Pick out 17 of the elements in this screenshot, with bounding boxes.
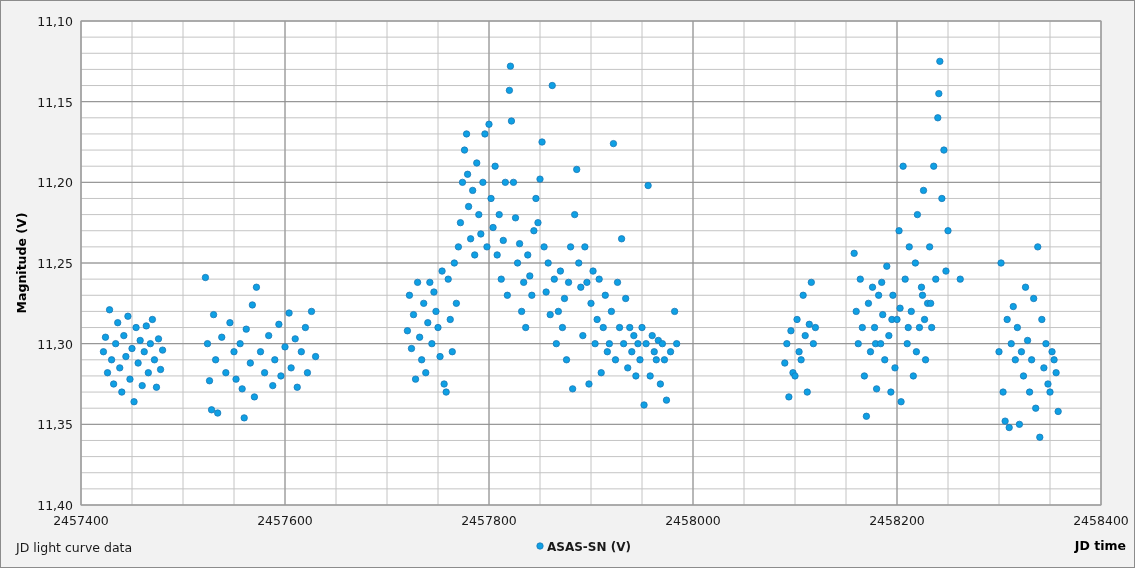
- axis-title: Magnitude (V): [14, 212, 29, 314]
- y-tick-label: 11,10: [37, 14, 73, 29]
- y-tick-label: 11,20: [37, 175, 73, 191]
- chart-caption: JD light curve data: [16, 540, 133, 555]
- y-tick-label: 11,30: [37, 336, 73, 352]
- x-tick-label: 2458400: [1073, 513, 1129, 528]
- y-tick-label: 11,25: [37, 256, 73, 271]
- x-tick-label: 2457800: [461, 513, 517, 528]
- y-tick-label: 11,40: [37, 498, 73, 513]
- y-tick-label: 11,15: [37, 94, 73, 110]
- x-tick-label: 2458000: [665, 513, 721, 528]
- legend-label: ASAS-SN (V): [547, 540, 631, 554]
- y-tick-label: 11,35: [37, 417, 73, 433]
- x-tick-label: 2458200: [869, 513, 925, 528]
- axis-title: JD time: [1074, 538, 1126, 553]
- x-tick-label: 2457400: [53, 513, 109, 528]
- x-tick-label: 2457600: [257, 513, 313, 528]
